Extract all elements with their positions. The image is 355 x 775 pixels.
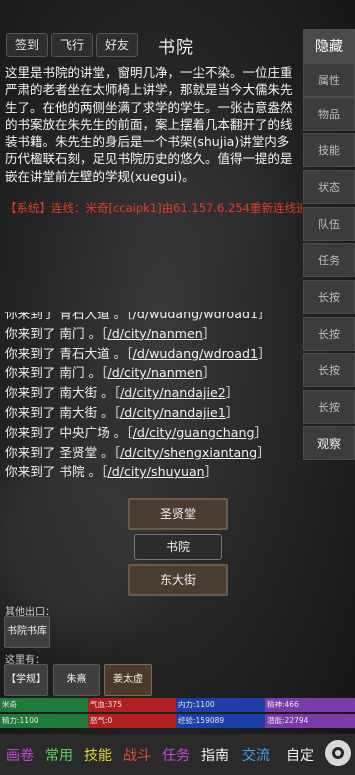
hide-button[interactable]: 隐藏	[303, 29, 355, 63]
log-line-text: 你来到了 中央广场 。［	[5, 424, 133, 440]
nav-scroll[interactable]: 画卷	[6, 745, 34, 765]
exit-south-button[interactable]: 东大街	[128, 564, 228, 596]
stat-potential: 潜能:22794	[265, 714, 355, 728]
log-line-suffix: ］	[225, 404, 239, 420]
here-zhuxi-button[interactable]: 朱熹	[53, 664, 100, 696]
stat-hp: 气血:375	[88, 698, 176, 712]
log-path-link[interactable]: /d/city/nanmen	[107, 326, 202, 341]
nav-chat[interactable]: 交流	[242, 745, 270, 765]
friends-button[interactable]: 好友	[96, 33, 138, 57]
longpress-button-2[interactable]: 长按	[303, 317, 355, 351]
stat-stamina: 精力:1100	[0, 714, 88, 728]
team-button[interactable]: 队伍	[303, 207, 355, 241]
top-bar: 签到 飞行 好友 书院	[0, 0, 300, 58]
nav-combat[interactable]: 战斗	[123, 745, 151, 765]
log-line-suffix: ］	[257, 444, 270, 460]
log-line: 你来到了 青石大道 。［/d/wudang/wdroad1］	[5, 344, 302, 364]
attributes-button[interactable]: 属性	[303, 63, 355, 97]
nav-quest[interactable]: 任务	[162, 745, 190, 765]
log-line: 你来到了 南大街 。［/d/city/nandajie2］	[5, 383, 302, 403]
here-xuegui-button[interactable]: 【学规】	[4, 664, 48, 696]
log-line-text: 你来到了 南大街 。［	[5, 404, 121, 420]
log-line-text: 你来到了 书院 。［	[5, 464, 108, 480]
system-message: 【系统】连线：米奇[ccaipk1]由61.157.6.254重新连线进入游戏	[5, 201, 302, 215]
log-path-link[interactable]: /d/city/shuyuan	[107, 464, 204, 479]
log-path-link[interactable]: /d/city/guangchang	[133, 425, 255, 440]
current-room-label: 书院	[134, 534, 222, 560]
signin-button[interactable]: 签到	[6, 33, 48, 57]
log-line-suffix: ］	[257, 345, 271, 361]
log-path-link[interactable]: /d/city/nandajie2	[120, 385, 226, 400]
movement-log: 你来到了 青石大道 。［/d/wudang/wdroad1］ 你来到了 南门 。…	[5, 312, 302, 484]
stats-bar: 米奇 气血:375 内力:1100 精神:466 精力:1100 怒气:0 经验…	[0, 698, 355, 729]
nav-skills[interactable]: 技能	[84, 745, 112, 765]
room-title: 书院	[158, 38, 194, 58]
fly-button[interactable]: 飞行	[51, 33, 93, 57]
log-line-suffix: ］	[254, 424, 268, 440]
skills-button[interactable]: 技能	[303, 133, 355, 167]
log-line-text: 你来到了 南门 。［	[5, 325, 108, 341]
observe-button[interactable]: 观察	[303, 426, 355, 460]
log-line-text: 你来到了 南门 。［	[5, 365, 108, 381]
log-path-link[interactable]: /d/wudang/wdroad1	[133, 346, 258, 361]
log-line-suffix: ］	[202, 325, 216, 341]
bottom-nav: 画卷 常用 技能 战斗 任务 指南 交流 自定	[0, 734, 355, 775]
log-line: 你来到了 南门 。［/d/city/nanmen］	[5, 363, 302, 383]
stat-spirit: 精神:466	[265, 698, 355, 712]
log-line: 你来到了 南大街 。［/d/city/nandajie1］	[5, 403, 302, 423]
stat-mp: 内力:1100	[176, 698, 265, 712]
settings-gear-icon[interactable]	[325, 740, 351, 766]
nav-common[interactable]: 常用	[45, 745, 73, 765]
log-line-text: 你来到了 南大街 。［	[5, 385, 121, 401]
log-line-suffix: ］	[225, 385, 239, 401]
log-line-partial: 你来到了 青石大道 。［/d/wudang/wdroad1］	[5, 312, 271, 321]
stat-name: 米奇	[0, 698, 88, 712]
log-line-text: 你来到了 青石大道 。［	[5, 345, 133, 361]
log-line-text: 你来到了 圣贤堂 。［	[5, 444, 121, 460]
log-path-link[interactable]: /d/city/nandajie1	[120, 405, 226, 420]
here-jiangtaixu-button[interactable]: 姜太虚	[104, 664, 152, 696]
log-line: 你来到了 南门 。［/d/city/nanmen］	[5, 324, 302, 344]
other-exit-library-button[interactable]: 书院书库	[4, 616, 50, 648]
log-line-suffix: ］	[204, 464, 218, 480]
log-path-link[interactable]: /d/city/shengxiantang	[120, 445, 257, 460]
stat-exp: 经验:159089	[176, 714, 265, 728]
nav-guide[interactable]: 指南	[201, 745, 229, 765]
log-line-suffix: ］	[202, 365, 216, 381]
items-button[interactable]: 物品	[303, 97, 355, 131]
quest-button[interactable]: 任务	[303, 243, 355, 277]
stat-rage: 怒气:0	[88, 714, 176, 728]
nav-custom[interactable]: 自定	[286, 745, 314, 765]
log-line: 你来到了 书院 。［/d/city/shuyuan］	[5, 462, 302, 482]
longpress-button-1[interactable]: 长按	[303, 280, 355, 314]
log-line: 你来到了 圣贤堂 。［/d/city/shengxiantang］	[5, 443, 302, 463]
log-line: 你来到了 中央广场 。［/d/city/guangchang］	[5, 423, 302, 443]
longpress-button-4[interactable]: 长按	[303, 390, 355, 424]
status-button[interactable]: 状态	[303, 170, 355, 204]
longpress-button-3[interactable]: 长按	[303, 353, 355, 387]
log-path-link[interactable]: /d/city/nanmen	[107, 365, 202, 380]
room-description: 这里是书院的讲堂，窗明几净，一尘不染。一位庄重严肃的老者坐在太师椅上讲学，那就是…	[5, 65, 293, 184]
exit-north-button[interactable]: 圣贤堂	[128, 498, 228, 530]
